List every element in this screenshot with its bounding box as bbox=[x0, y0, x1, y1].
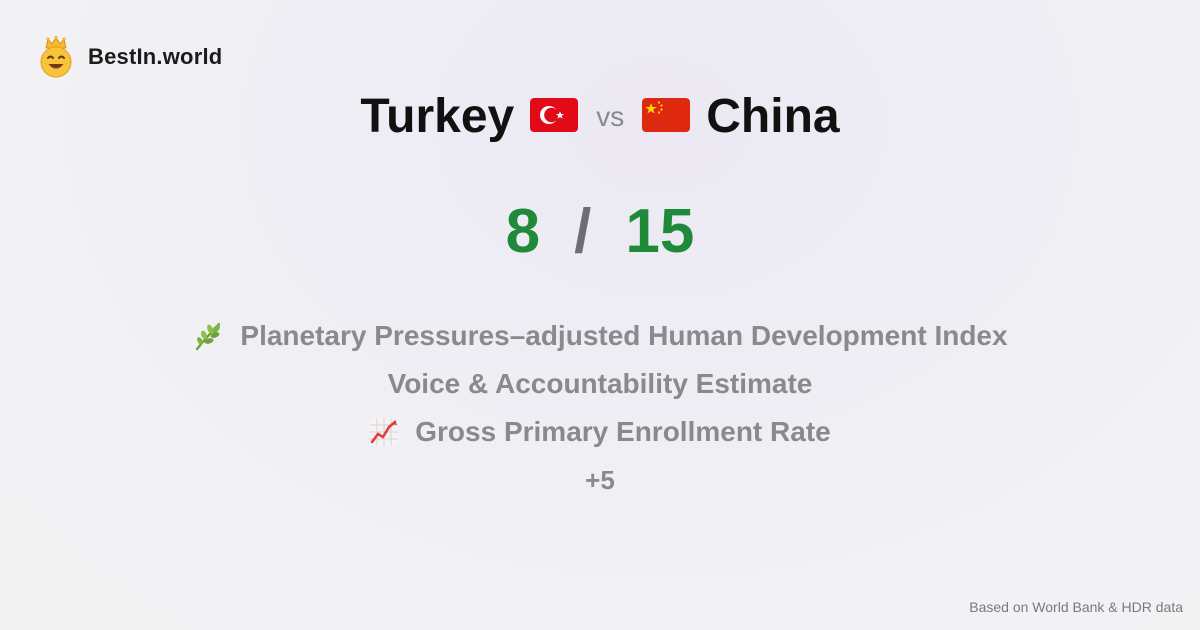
data-source-note: Based on World Bank & HDR data bbox=[969, 599, 1183, 615]
metric-item: Planetary Pressures–adjusted Human Devel… bbox=[0, 312, 1200, 360]
crowned-smiley-logo-icon bbox=[38, 36, 74, 78]
metric-item: Voice & Accountability Estimate bbox=[0, 360, 1200, 408]
metric-item: Gross Primary Enrollment Rate bbox=[0, 408, 1200, 456]
china-flag-icon bbox=[642, 97, 691, 137]
right-country-name: China bbox=[706, 90, 840, 143]
turkey-flag-icon bbox=[530, 97, 579, 137]
score-separator: / bbox=[574, 197, 592, 266]
brand-name: BestIn.world bbox=[88, 44, 223, 69]
left-score: 8 bbox=[505, 197, 541, 266]
herb-icon bbox=[192, 320, 224, 352]
vs-label: vs bbox=[596, 101, 625, 132]
brand[interactable]: BestIn.world bbox=[38, 36, 222, 78]
chart-increasing-icon bbox=[369, 417, 399, 447]
right-score: 15 bbox=[625, 197, 695, 266]
metric-label: Voice & Accountability Estimate bbox=[387, 368, 813, 399]
score-row: 8 / 15 bbox=[0, 196, 1200, 268]
more-metrics-count[interactable]: +5 bbox=[0, 456, 1200, 504]
metric-label: Gross Primary Enrollment Rate bbox=[415, 416, 831, 447]
comparison-title: Turkey vs China bbox=[0, 88, 1200, 146]
metrics-list: Planetary Pressures–adjusted Human Devel… bbox=[0, 312, 1200, 504]
metric-label: Planetary Pressures–adjusted Human Devel… bbox=[240, 320, 1008, 351]
left-country-name: Turkey bbox=[360, 90, 515, 143]
